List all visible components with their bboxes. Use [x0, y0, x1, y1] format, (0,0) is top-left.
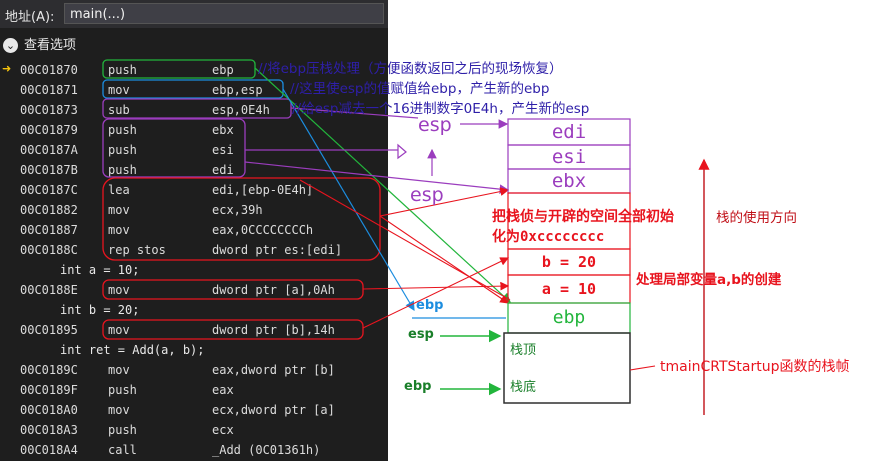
ebp-pointer-label: ebp [416, 298, 444, 313]
esp-pointer-label-top: esp [418, 114, 452, 136]
push-regs-highlight [102, 118, 246, 178]
stack-ebp-label: ebp [552, 307, 586, 328]
note-push-ebp: //将ebp压栈处理（方便函数返回之后的现场恢复） [258, 61, 563, 77]
stack-top-label: 栈顶 [510, 343, 537, 358]
sub-esp-highlight [102, 98, 292, 119]
init-connector-c [299, 179, 511, 301]
mov-ebp-esp-highlight [102, 79, 284, 99]
stack-edi-label: edi [551, 121, 587, 143]
stack-ebx-label: ebx [551, 170, 587, 192]
stack-esi-label: esi [551, 146, 587, 168]
push-ebp-highlight [102, 59, 256, 79]
init-block-highlight [102, 177, 381, 261]
init-note: 把栈侦与开辟的空间全部初始化为0xcccccccc [492, 209, 674, 245]
stack-bottom-label: 栈底 [510, 380, 537, 395]
init-connector-b [379, 215, 509, 304]
mov-ebp-connector [282, 88, 415, 312]
frame-label: tmainCRTStartup函数的栈帧 [660, 359, 850, 375]
caller-ebp-label: ebp [404, 379, 432, 394]
mov-a-highlight [102, 279, 364, 300]
frame-label-pointer [629, 365, 656, 371]
caller-esp-label: esp [408, 327, 434, 342]
direction-label: 栈的使用方向 [716, 210, 797, 226]
esp-pointer-label-mid: esp [410, 184, 444, 206]
stack-a-label: a = 10 [541, 280, 597, 298]
init-connector-a [379, 187, 510, 217]
mov-b-highlight [102, 319, 364, 340]
locals-note: 处理局部变量a,b的创建 [636, 272, 782, 288]
esp-connector [244, 161, 510, 194]
esp-bracket-arrow [397, 143, 407, 160]
note-mov-ebp: //这里使esp的值赋值给ebp，产生新的ebp [290, 81, 550, 97]
stack-b-label: b = 20 [541, 253, 597, 271]
